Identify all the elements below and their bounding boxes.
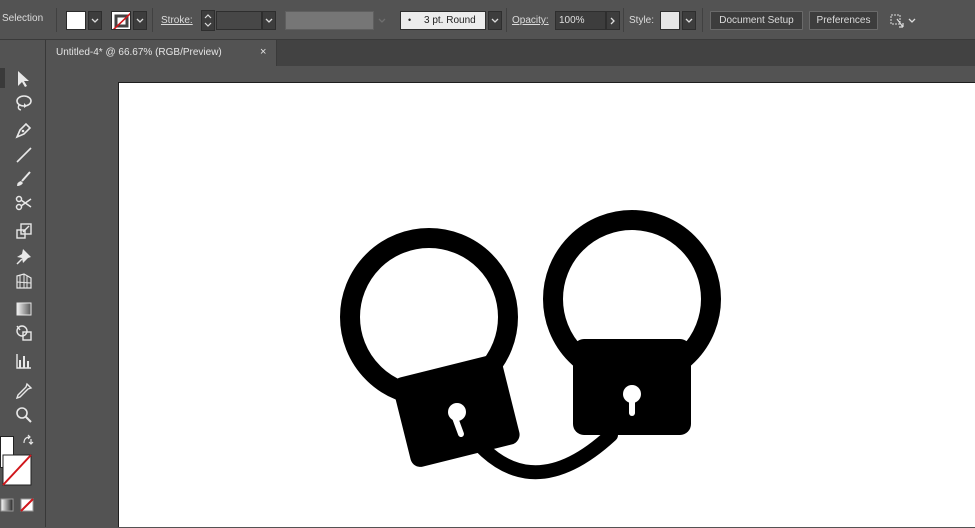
control-bar: Selection Stroke: • 3 pt. Round Opacity: xyxy=(0,0,975,40)
fill-swatch[interactable] xyxy=(66,11,86,30)
divider xyxy=(506,8,507,32)
opacity-field[interactable]: 100% xyxy=(555,11,606,30)
chevron-down-icon xyxy=(265,18,273,23)
style-label: Style: xyxy=(629,15,655,26)
brush-definition-field[interactable]: • 3 pt. Round xyxy=(400,11,486,30)
stroke-weight-stepper[interactable] xyxy=(201,10,215,31)
stroke-label[interactable]: Stroke: xyxy=(161,15,193,26)
transform-icon xyxy=(890,14,904,28)
handcuffs-icon[interactable] xyxy=(119,83,975,528)
stroke-color-box[interactable] xyxy=(2,454,32,486)
chevron-down-icon xyxy=(908,18,916,23)
chevron-down-icon xyxy=(136,18,144,23)
fill-dropdown[interactable] xyxy=(88,11,102,30)
tools-panel xyxy=(0,40,46,527)
divider xyxy=(152,8,153,32)
bar-graph-tool-icon[interactable] xyxy=(15,352,33,373)
swap-fill-stroke-icon[interactable] xyxy=(22,434,34,449)
document-tab[interactable]: Untitled-4* @ 66.67% (RGB/Preview) × xyxy=(47,40,277,66)
line-tool-icon[interactable] xyxy=(15,146,33,167)
brush-dot-icon: • xyxy=(408,15,412,25)
chevron-right-icon xyxy=(610,17,615,25)
no-stroke-icon xyxy=(2,454,32,486)
arrange-documents-button[interactable] xyxy=(888,12,906,29)
chevron-down-icon xyxy=(685,18,693,23)
scale-tool-icon[interactable] xyxy=(15,222,33,243)
gradient-mode-icon[interactable] xyxy=(0,498,14,515)
divider xyxy=(702,8,703,32)
artboard[interactable] xyxy=(118,82,975,527)
zoom-tool-icon[interactable] xyxy=(15,406,33,427)
arrange-dropdown[interactable] xyxy=(908,12,920,29)
scissors-tool-icon[interactable] xyxy=(15,194,33,215)
chevron-down-icon xyxy=(491,18,499,23)
eyedropper-tool-icon[interactable] xyxy=(15,382,33,403)
stroke-weight-dropdown[interactable] xyxy=(262,11,276,30)
stroke-swatch-dropdown[interactable] xyxy=(133,11,147,30)
graphic-style-swatch[interactable] xyxy=(660,11,680,30)
gradient-tool-icon[interactable] xyxy=(15,300,33,321)
opacity-label[interactable]: Opacity: xyxy=(512,15,549,26)
variable-width-profile[interactable] xyxy=(285,11,374,30)
close-icon[interactable]: × xyxy=(260,46,266,58)
paintbrush-tool-icon[interactable] xyxy=(15,170,33,191)
document-tab-title: Untitled-4* @ 66.67% (RGB/Preview) xyxy=(56,47,222,58)
shape-builder-tool-icon[interactable] xyxy=(15,324,33,345)
preferences-button[interactable]: Preferences xyxy=(809,11,878,30)
perspective-grid-tool-icon[interactable] xyxy=(15,272,33,293)
chevron-down-icon xyxy=(91,18,99,23)
selection-label: Selection xyxy=(2,13,44,24)
opacity-expand-button[interactable] xyxy=(606,11,620,30)
document-setup-button[interactable]: Document Setup xyxy=(710,11,803,30)
style-dropdown[interactable] xyxy=(682,11,696,30)
opacity-value: 100% xyxy=(559,15,585,26)
lasso-tool-icon[interactable] xyxy=(15,94,33,115)
document-tab-bar: Untitled-4* @ 66.67% (RGB/Preview) × xyxy=(47,40,975,66)
profile-dropdown[interactable] xyxy=(378,11,390,30)
pen-tool-icon[interactable] xyxy=(15,121,33,142)
selection-tool-icon[interactable] xyxy=(15,70,33,91)
stroke-swatch[interactable] xyxy=(111,11,131,30)
divider xyxy=(623,8,624,32)
no-stroke-icon xyxy=(112,12,130,29)
brush-dropdown[interactable] xyxy=(488,11,502,30)
tool-slot-active[interactable] xyxy=(0,68,5,88)
brush-label: 3 pt. Round xyxy=(424,15,476,26)
stepper-arrows-icon xyxy=(204,14,212,27)
divider xyxy=(56,8,57,32)
none-mode-icon[interactable] xyxy=(20,498,34,515)
stroke-weight-field[interactable] xyxy=(216,11,262,30)
puppet-warp-tool-icon[interactable] xyxy=(15,247,33,268)
chevron-down-icon xyxy=(378,18,386,23)
